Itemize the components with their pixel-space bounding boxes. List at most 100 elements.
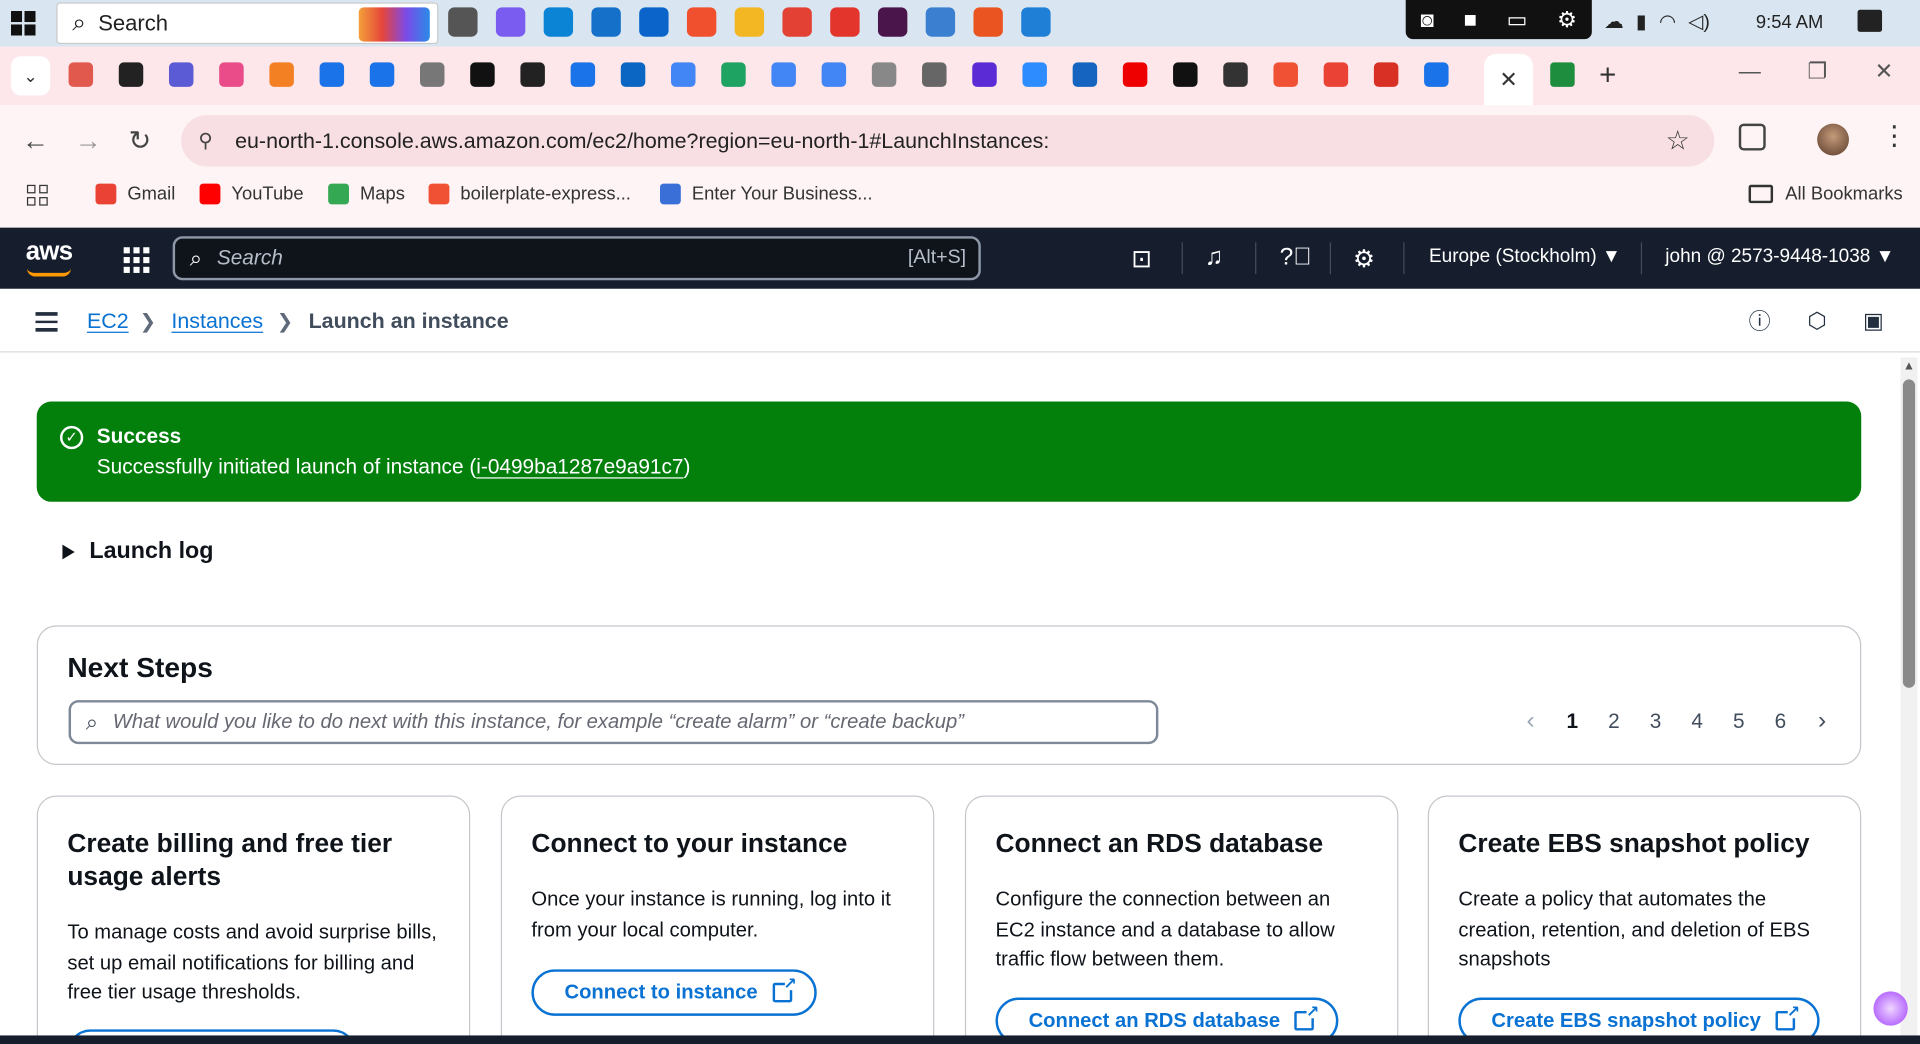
tab-favicon-icon[interactable]: [671, 62, 696, 87]
windows-start-icon[interactable]: [0, 0, 47, 47]
breadcrumb-instances[interactable]: Instances: [171, 308, 263, 334]
aws-search-input[interactable]: ⌕ Search [Alt+S]: [172, 236, 981, 281]
tab-favicon-icon[interactable]: [1273, 62, 1298, 87]
tab-favicon-icon[interactable]: [369, 62, 395, 87]
edge-icon[interactable]: [543, 7, 574, 37]
url-bar[interactable]: ⚲ eu-north-1.console.aws.amazon.com/ec2/…: [181, 115, 1715, 167]
instance-id-link[interactable]: i-0499ba1287e9a91c7: [476, 455, 683, 478]
clock[interactable]: 9:54 AM: [1756, 12, 1823, 33]
breadcrumb-ec2[interactable]: EC2: [87, 308, 129, 334]
minimize-icon[interactable]: —: [1739, 59, 1761, 85]
tab-favicon-icon[interactable]: [821, 62, 847, 87]
battery-icon[interactable]: ▮: [1636, 10, 1647, 34]
tab-favicon-icon[interactable]: [470, 62, 495, 87]
forward-icon[interactable]: →: [75, 125, 102, 157]
security-shield-icon[interactable]: ⬡: [1804, 307, 1831, 334]
sheets-tab-icon[interactable]: [1550, 62, 1575, 87]
video-icon[interactable]: ■: [1464, 7, 1477, 33]
browser-menu-icon[interactable]: ⋮: [1881, 120, 1908, 152]
taskbar-search[interactable]: ⌕ Search: [56, 2, 439, 45]
bookmark-item[interactable]: Enter Your Business...: [660, 183, 873, 205]
bookmark-item[interactable]: Gmail: [95, 183, 175, 205]
wps-icon[interactable]: [830, 7, 860, 37]
tab-favicon-icon[interactable]: [269, 62, 294, 87]
scrollbar-thumb[interactable]: [1902, 379, 1916, 688]
ubuntu-icon[interactable]: [973, 7, 1003, 37]
cloudshell-icon[interactable]: ⊡: [1131, 244, 1152, 275]
volume-icon[interactable]: ◁): [1688, 10, 1710, 34]
slack-icon[interactable]: [877, 7, 908, 37]
chevron-left-icon[interactable]: ‹: [1510, 707, 1552, 735]
tab-favicon-icon[interactable]: [168, 62, 194, 87]
chrome-icon[interactable]: [782, 7, 812, 37]
notifications-bell-icon[interactable]: ♫: [1205, 244, 1223, 272]
window-icon[interactable]: ▭: [1507, 7, 1528, 33]
tab-favicon-icon[interactable]: [1373, 62, 1399, 87]
file-explorer-icon[interactable]: [734, 7, 765, 37]
site-info-icon[interactable]: ⚲: [198, 129, 212, 153]
tab-favicon-icon[interactable]: [620, 62, 646, 87]
tab-favicon-icon[interactable]: [420, 62, 445, 87]
tab-favicon-icon[interactable]: [922, 62, 947, 87]
feedback-icon[interactable]: ▣: [1860, 307, 1887, 334]
all-bookmarks[interactable]: All Bookmarks: [1748, 184, 1903, 204]
task-view-icon[interactable]: [448, 7, 478, 37]
floating-assistant-icon[interactable]: [1873, 991, 1908, 1026]
page-number[interactable]: 4: [1676, 709, 1718, 733]
apps-icon[interactable]: [26, 184, 48, 206]
wifi-icon[interactable]: ◠: [1659, 10, 1676, 34]
tab-favicon-icon[interactable]: [319, 62, 345, 87]
profile-avatar[interactable]: [1817, 123, 1849, 156]
tab-favicon-icon[interactable]: [771, 62, 796, 87]
reload-icon[interactable]: ↻: [129, 125, 152, 157]
page-scrollbar[interactable]: ▲: [1900, 357, 1918, 1044]
tab-favicon-icon[interactable]: [118, 62, 144, 87]
screenshot-icon[interactable]: ◙: [1421, 7, 1434, 33]
help-icon[interactable]: ?⃝: [1280, 244, 1312, 272]
tab-favicon-icon[interactable]: [1424, 62, 1449, 87]
next-steps-search-input[interactable]: ⌕ What would you like to do next with th…: [68, 700, 1159, 745]
side-nav-menu-icon[interactable]: [35, 312, 58, 336]
tab-favicon-icon[interactable]: [1022, 62, 1047, 87]
tab-favicon-icon[interactable]: [871, 62, 897, 87]
tab-favicon-icon[interactable]: [1173, 62, 1198, 87]
back-icon[interactable]: ←: [22, 125, 49, 157]
page-number[interactable]: 1: [1551, 709, 1593, 733]
restore-icon[interactable]: ❐: [1807, 59, 1827, 85]
store-icon[interactable]: [591, 7, 621, 37]
active-tab-close-icon[interactable]: ✕: [1484, 53, 1534, 106]
tab-favicon-icon[interactable]: [972, 62, 997, 87]
launch-log-toggle[interactable]: Launch log: [62, 539, 213, 566]
chevron-right-icon[interactable]: ›: [1801, 707, 1843, 735]
region-selector[interactable]: Europe (Stockholm) ▼: [1429, 246, 1621, 268]
close-window-icon[interactable]: ✕: [1875, 59, 1893, 85]
tab-favicon-icon[interactable]: [1122, 62, 1148, 87]
page-number[interactable]: 2: [1593, 709, 1635, 733]
tab-favicon-icon[interactable]: [1323, 62, 1349, 87]
extensions-icon[interactable]: [1738, 123, 1766, 151]
settings-icon[interactable]: ⚙: [1557, 7, 1577, 33]
page-number[interactable]: 3: [1635, 709, 1677, 733]
scroll-up-icon[interactable]: ▲: [1903, 360, 1915, 373]
new-tab-icon[interactable]: +: [1599, 59, 1616, 93]
outlook-icon[interactable]: [639, 7, 669, 37]
settings-gear-icon[interactable]: ⚙: [1353, 244, 1375, 275]
services-menu-icon[interactable]: [123, 247, 150, 273]
tab-search-icon[interactable]: ⌄: [11, 56, 51, 96]
bookmark-item[interactable]: YouTube: [199, 183, 304, 205]
bookmark-item[interactable]: Maps: [328, 183, 405, 205]
tab-favicon-icon[interactable]: [570, 62, 596, 87]
tab-favicon-icon[interactable]: [1223, 62, 1248, 87]
tab-favicon-icon[interactable]: [68, 62, 94, 87]
page-number[interactable]: 5: [1718, 709, 1760, 733]
tab-favicon-icon[interactable]: [219, 62, 244, 87]
weather-icon[interactable]: ☁: [1604, 10, 1624, 34]
brave-icon[interactable]: [686, 7, 717, 37]
vscode-icon[interactable]: [1021, 7, 1051, 37]
page-number[interactable]: 6: [1760, 709, 1802, 733]
tab-favicon-icon[interactable]: [1072, 62, 1098, 87]
bookmark-star-icon[interactable]: ☆: [1666, 125, 1690, 157]
remote-desktop-icon[interactable]: [925, 7, 956, 37]
aws-logo[interactable]: aws: [26, 237, 73, 266]
tab-favicon-icon[interactable]: [721, 62, 746, 87]
